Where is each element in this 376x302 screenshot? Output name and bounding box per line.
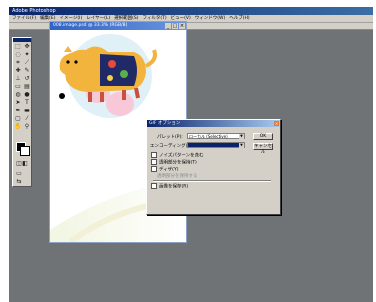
save-image-checkbox[interactable] [151, 183, 157, 189]
tiger-eye [66, 60, 70, 64]
transparency-label: 透明部分を保持(T) [159, 160, 197, 166]
noise-label: ノイズパターンを含む [159, 153, 204, 159]
move-tool-icon[interactable]: ✥ [23, 43, 31, 50]
stamp-tool-icon[interactable]: ⊥ [14, 75, 22, 82]
crop-tool-icon[interactable]: ⌗ [14, 59, 22, 66]
dialog-title-bar[interactable]: GIF オプション × [147, 120, 280, 127]
dither-checkbox[interactable] [151, 166, 157, 172]
dialog-close-button[interactable]: × [274, 121, 279, 126]
chevron-down-icon: ▼ [239, 134, 244, 139]
minimize-button[interactable]: _ [165, 23, 171, 29]
blanket-leaf [120, 70, 128, 78]
standard-mode-icon[interactable]: ◧ [21, 160, 29, 167]
tiger-ear [64, 46, 72, 52]
background-color-swatch[interactable] [20, 146, 30, 156]
tiger-head [59, 52, 83, 77]
dialog-title: GIF オプション [149, 121, 181, 126]
photoshop-window: Adobe Photoshop ファイル(F) 編集(E) イメージ(I) レイ… [9, 7, 373, 302]
keep-transparency-label: 透明部分を保持する [157, 174, 198, 179]
brush-tool-icon[interactable]: ✎ [23, 67, 31, 74]
history-brush-icon[interactable]: ↺ [23, 75, 31, 82]
cancel-button[interactable]: キャンセル [253, 143, 273, 155]
option-row-dither[interactable]: ディザ(Y) [151, 166, 178, 173]
blanket-flower [108, 60, 116, 68]
menu-window[interactable]: ウィンドウ(W) [195, 15, 225, 22]
dither-label: ディザ(Y) [159, 167, 179, 173]
path-tool-icon[interactable]: ➤ [14, 99, 22, 106]
pen-tool-icon[interactable]: ✒ [14, 107, 22, 114]
close-button[interactable]: × [179, 23, 185, 29]
dodge-tool-icon[interactable]: ● [23, 91, 31, 98]
palette-label: パレット(P): [157, 135, 183, 140]
zoom-tool-icon[interactable]: ⚲ [23, 123, 31, 130]
jump-to-imageready-icon[interactable]: ⇆ [15, 178, 23, 185]
lasso-tool-icon[interactable]: ◌ [14, 51, 22, 58]
option-row-noise[interactable]: ノイズパターンを含む [151, 152, 204, 159]
tiger-paw-ball [59, 93, 65, 99]
palette-select[interactable]: ローカル (Selective) ▼ [187, 133, 245, 139]
hand-tool-icon[interactable]: ✋ [14, 123, 22, 130]
tiger-blanket [100, 54, 137, 86]
chevron-down-icon: ▼ [239, 143, 244, 148]
pink-ball-large [106, 92, 134, 116]
option-row-transparency[interactable]: 透明部分を保持(T) [151, 159, 197, 166]
app-title-bar: Adobe Photoshop [9, 7, 373, 15]
marquee-tool-icon[interactable]: ⬚ [14, 43, 22, 50]
palette-select-value: ローカル (Selective) [189, 134, 228, 139]
menu-file[interactable]: ファイル(F) [12, 15, 36, 22]
eyedropper-tool-icon[interactable]: ⁄ [23, 115, 31, 122]
blanket-dot [107, 75, 113, 81]
screen-mode-icon[interactable]: ▭ [15, 170, 23, 177]
option-row-keep-transparency: 透明部分を保持する [157, 173, 198, 179]
document-window-buttons: _ □ × [165, 23, 185, 29]
menu-help[interactable]: ヘルプ(H) [229, 15, 249, 22]
magic-wand-tool-icon[interactable]: ✦ [23, 51, 31, 58]
document-title: 008.image.psd @ 33.3% (RGB/8) [53, 23, 128, 28]
tiger-eye-right [74, 60, 78, 64]
eraser-tool-icon[interactable]: ▭ [14, 83, 22, 90]
option-row-save-image[interactable]: 画像を保存(R) [151, 183, 188, 190]
gif-options-dialog: GIF オプション × パレット(P): ローカル (Selective) ▼ … [146, 119, 281, 215]
encoding-select[interactable]: ▼ [187, 142, 245, 148]
slice-tool-icon[interactable]: ⟋ [23, 59, 31, 66]
type-tool-icon[interactable]: T [23, 99, 31, 106]
document-title-bar[interactable]: 008.image.psd @ 33.3% (RGB/8) _ □ × [50, 22, 186, 30]
toolbox: ⬚ ✥ ◌ ✦ ⌗ ⟋ ✚ ✎ ⊥ ↺ ▭ ▤ ◍ ● ➤ T ✒ ▬ ▢ ⁄ … [12, 37, 32, 187]
noise-checkbox[interactable] [151, 152, 157, 158]
save-image-label: 画像を保存(R) [159, 184, 189, 190]
ok-button[interactable]: OK [253, 133, 273, 140]
blur-tool-icon[interactable]: ◍ [14, 91, 22, 98]
shape-tool-icon[interactable]: ▬ [23, 107, 31, 114]
transparency-checkbox[interactable] [151, 159, 157, 165]
gradient-tool-icon[interactable]: ▤ [23, 83, 31, 90]
notes-tool-icon[interactable]: ▢ [14, 115, 22, 122]
healing-tool-icon[interactable]: ✚ [14, 67, 22, 74]
maximize-button[interactable]: □ [172, 23, 178, 29]
dialog-divider [153, 180, 271, 182]
tool-grid: ⬚ ✥ ◌ ✦ ⌗ ⟋ ✚ ✎ ⊥ ↺ ▭ ▤ ◍ ● ➤ T ✒ ▬ ▢ ⁄ … [13, 42, 31, 131]
